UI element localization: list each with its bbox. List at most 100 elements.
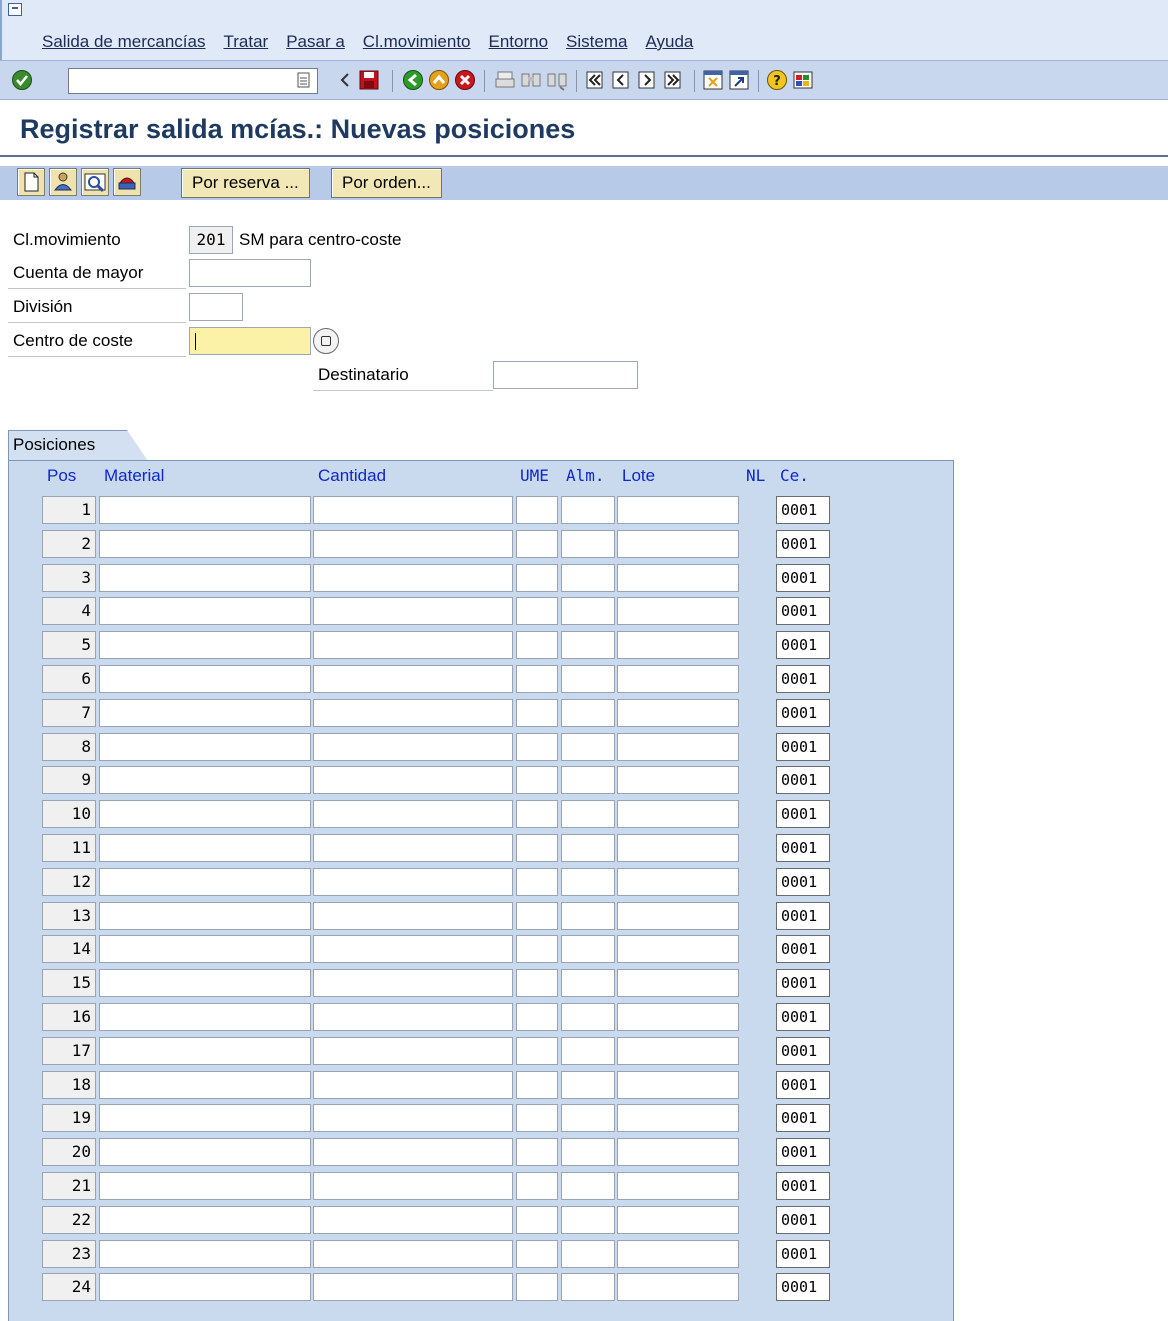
cantidad-cell[interactable]	[313, 733, 513, 761]
plant-cell[interactable]: 0001	[776, 935, 830, 963]
find-next-icon[interactable]	[546, 69, 568, 91]
cantidad-cell[interactable]	[313, 1104, 513, 1132]
enter-icon[interactable]	[11, 69, 33, 91]
plant-cell[interactable]: 0001	[776, 1003, 830, 1031]
menu-ayuda[interactable]: Ayuda	[645, 32, 693, 52]
cantidad-cell[interactable]	[313, 1206, 513, 1234]
lote-cell[interactable]	[617, 969, 739, 997]
material-cell[interactable]	[99, 1003, 311, 1031]
cantidad-cell[interactable]	[313, 496, 513, 524]
centro-coste-input[interactable]	[189, 327, 311, 355]
ume-cell[interactable]	[516, 800, 558, 828]
ume-cell[interactable]	[516, 699, 558, 727]
lote-cell[interactable]	[617, 1206, 739, 1234]
lote-cell[interactable]	[617, 1172, 739, 1200]
create-session-icon[interactable]	[702, 69, 724, 91]
help-icon[interactable]: ?	[766, 69, 788, 91]
lote-cell[interactable]	[617, 902, 739, 930]
lote-cell[interactable]	[617, 935, 739, 963]
plant-cell[interactable]: 0001	[776, 1037, 830, 1065]
back-arrow-small-icon[interactable]	[338, 69, 352, 91]
destinatario-input[interactable]	[493, 361, 638, 389]
cantidad-cell[interactable]	[313, 1273, 513, 1301]
lote-cell[interactable]	[617, 631, 739, 659]
material-cell[interactable]	[99, 597, 311, 625]
lote-cell[interactable]	[617, 1104, 739, 1132]
cantidad-cell[interactable]	[313, 564, 513, 592]
lote-cell[interactable]	[617, 766, 739, 794]
tab-posiciones[interactable]: Posiciones	[8, 430, 148, 461]
previous-page-icon[interactable]	[610, 69, 632, 91]
command-field[interactable]	[68, 68, 318, 94]
almacen-cell[interactable]	[561, 868, 615, 896]
last-page-icon[interactable]	[662, 69, 684, 91]
plant-cell[interactable]: 0001	[776, 868, 830, 896]
cantidad-cell[interactable]	[313, 800, 513, 828]
cantidad-cell[interactable]	[313, 1240, 513, 1268]
almacen-cell[interactable]	[561, 564, 615, 592]
ume-cell[interactable]	[516, 1071, 558, 1099]
ume-cell[interactable]	[516, 1240, 558, 1268]
material-cell[interactable]	[99, 1273, 311, 1301]
material-cell[interactable]	[99, 733, 311, 761]
plant-cell[interactable]: 0001	[776, 766, 830, 794]
plant-cell[interactable]: 0001	[776, 1273, 830, 1301]
window-menu-icon[interactable]	[8, 3, 22, 16]
new-document-button[interactable]	[17, 168, 45, 196]
menu-pasar-a[interactable]: Pasar a	[286, 32, 345, 52]
material-cell[interactable]	[99, 834, 311, 862]
plant-cell[interactable]: 0001	[776, 564, 830, 592]
exit-icon[interactable]	[428, 69, 450, 91]
material-cell[interactable]	[99, 564, 311, 592]
ume-cell[interactable]	[516, 564, 558, 592]
material-cell[interactable]	[99, 1104, 311, 1132]
plant-cell[interactable]: 0001	[776, 1138, 830, 1166]
menu-cl-movimiento[interactable]: Cl.movimiento	[363, 32, 471, 52]
lote-cell[interactable]	[617, 733, 739, 761]
menu-sistema[interactable]: Sistema	[566, 32, 627, 52]
lote-cell[interactable]	[617, 597, 739, 625]
almacen-cell[interactable]	[561, 800, 615, 828]
almacen-cell[interactable]	[561, 1240, 615, 1268]
almacen-cell[interactable]	[561, 597, 615, 625]
plant-cell[interactable]: 0001	[776, 1104, 830, 1132]
ume-cell[interactable]	[516, 1138, 558, 1166]
material-cell[interactable]	[99, 969, 311, 997]
print-icon[interactable]	[494, 69, 516, 91]
plant-cell[interactable]: 0001	[776, 496, 830, 524]
almacen-cell[interactable]	[561, 699, 615, 727]
material-cell[interactable]	[99, 1071, 311, 1099]
almacen-cell[interactable]	[561, 1273, 615, 1301]
ume-cell[interactable]	[516, 1037, 558, 1065]
material-cell[interactable]	[99, 1240, 311, 1268]
ume-cell[interactable]	[516, 1104, 558, 1132]
next-page-icon[interactable]	[636, 69, 658, 91]
ume-cell[interactable]	[516, 1003, 558, 1031]
material-cell[interactable]	[99, 868, 311, 896]
lote-cell[interactable]	[617, 1071, 739, 1099]
plant-cell[interactable]: 0001	[776, 665, 830, 693]
lote-cell[interactable]	[617, 564, 739, 592]
cantidad-cell[interactable]	[313, 530, 513, 558]
create-shortcut-icon[interactable]	[728, 69, 750, 91]
lote-cell[interactable]	[617, 868, 739, 896]
ume-cell[interactable]	[516, 733, 558, 761]
cantidad-cell[interactable]	[313, 766, 513, 794]
cantidad-cell[interactable]	[313, 631, 513, 659]
check-button[interactable]	[81, 168, 109, 196]
cancel-icon[interactable]	[454, 69, 476, 91]
lote-cell[interactable]	[617, 699, 739, 727]
hold-data-button[interactable]	[49, 168, 77, 196]
menu-entorno[interactable]: Entorno	[489, 32, 549, 52]
plant-cell[interactable]: 0001	[776, 1206, 830, 1234]
ume-cell[interactable]	[516, 597, 558, 625]
post-button[interactable]	[113, 168, 141, 196]
cantidad-cell[interactable]	[313, 1172, 513, 1200]
material-cell[interactable]	[99, 1172, 311, 1200]
plant-cell[interactable]: 0001	[776, 631, 830, 659]
por-orden-button[interactable]: Por orden...	[331, 168, 442, 198]
cantidad-cell[interactable]	[313, 868, 513, 896]
cantidad-cell[interactable]	[313, 969, 513, 997]
first-page-icon[interactable]	[584, 69, 606, 91]
ume-cell[interactable]	[516, 631, 558, 659]
